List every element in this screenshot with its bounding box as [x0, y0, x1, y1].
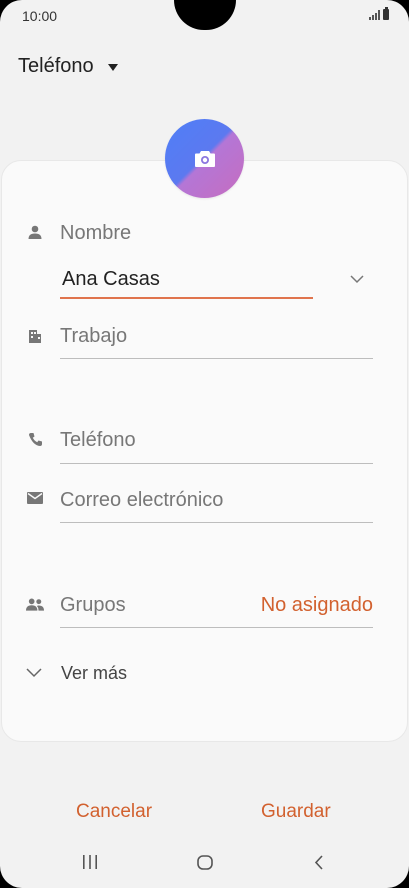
groups-icon — [26, 595, 44, 613]
email-input[interactable]: Correo electrónico — [60, 489, 223, 512]
phone-underline — [60, 463, 373, 464]
camera-notch — [174, 0, 236, 30]
chevron-down-icon — [26, 668, 42, 678]
building-icon — [26, 327, 44, 345]
account-selector-label: Teléfono — [18, 55, 94, 77]
cancel-button[interactable]: Cancelar — [76, 801, 152, 823]
groups-underline — [60, 627, 373, 628]
signal-icon — [369, 10, 380, 20]
dropdown-triangle-icon — [107, 63, 118, 71]
show-more-button[interactable]: Ver más — [61, 663, 127, 684]
save-button[interactable]: Guardar — [261, 801, 331, 823]
phone-icon — [26, 430, 44, 448]
home-icon — [197, 854, 213, 870]
status-icons — [369, 7, 389, 20]
person-icon — [26, 223, 44, 241]
back-arrow-icon — [314, 854, 323, 870]
home-button[interactable] — [188, 848, 222, 876]
work-input[interactable]: Trabajo — [60, 325, 127, 348]
name-underline — [60, 297, 313, 299]
groups-label: Grupos — [60, 594, 126, 616]
camera-icon — [194, 150, 215, 167]
account-selector[interactable]: Teléfono — [18, 55, 118, 78]
recent-apps-icon — [83, 855, 97, 869]
groups-value[interactable]: No asignado — [261, 594, 373, 617]
name-label: Nombre — [60, 222, 132, 244]
screen: 10:00 Teléfono Nombre Ana Casas Trabajo … — [0, 0, 409, 888]
name-input[interactable]: Ana Casas — [62, 268, 160, 291]
work-underline — [60, 358, 373, 359]
add-photo-button[interactable] — [165, 119, 244, 198]
email-underline — [60, 522, 373, 523]
expand-name-chevron-icon[interactable] — [350, 275, 364, 284]
phone-input[interactable]: Teléfono — [60, 429, 136, 452]
battery-icon — [383, 7, 389, 20]
email-icon — [26, 489, 44, 507]
back-button[interactable] — [304, 848, 334, 876]
status-time: 10:00 — [22, 8, 58, 24]
recent-apps-button[interactable] — [74, 848, 106, 876]
